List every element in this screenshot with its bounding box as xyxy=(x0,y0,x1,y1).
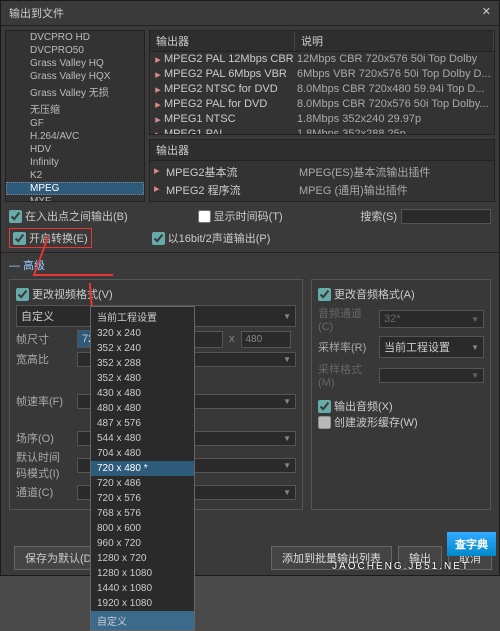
dropdown-item[interactable]: 320 x 240 xyxy=(91,326,194,341)
watermark-badge: 查字典 xyxy=(447,532,496,556)
preset-list[interactable]: ▸MPEG2 PAL 12Mbps CBR12Mbps CBR 720x576 … xyxy=(149,52,495,135)
dropdown-item[interactable]: 1280 x 1080 xyxy=(91,566,194,581)
watermark-text: JAOCHENG.JB51.NET xyxy=(332,561,470,572)
tree-item[interactable]: MXF xyxy=(6,195,144,202)
dropdown-item[interactable]: 720 x 480 * xyxy=(91,461,194,476)
dropdown-item[interactable]: 1280 x 720 xyxy=(91,551,194,566)
chk-waveform-cache: 创建波形缓存(W) xyxy=(318,414,484,430)
audio-ch-select: 32*▼ xyxy=(379,310,484,328)
chk-16bit[interactable]: 以16bit/2声道输出(P) xyxy=(152,230,271,246)
dropdown-item[interactable]: 1440 x 1080 xyxy=(91,581,194,596)
dropdown-item[interactable]: 960 x 720 xyxy=(91,536,194,551)
sub-row[interactable]: ▸MPEG2基本流MPEG(ES)基本流输出插件 xyxy=(152,163,492,181)
dropdown-item[interactable]: 430 x 480 xyxy=(91,386,194,401)
dropdown-item[interactable]: 自定义 xyxy=(91,611,194,630)
frame-size-dropdown[interactable]: 当前工程设置320 x 240352 x 240352 x 288352 x 4… xyxy=(90,306,195,631)
dropdown-item[interactable]: 352 x 288 xyxy=(91,356,194,371)
dialog-title: 输出到文件 xyxy=(9,5,64,21)
tree-item[interactable]: DVCPRO50 xyxy=(6,44,144,57)
col-encoder: 输出器 xyxy=(150,31,295,51)
chk-inout[interactable]: 在入出点之间输出(B) xyxy=(9,208,128,224)
tree-item[interactable]: Grass Valley HQX xyxy=(6,70,144,83)
sub-row[interactable]: ▸MPEG2 程序流MPEG (通用)输出插件 xyxy=(152,181,492,199)
dropdown-item[interactable]: 352 x 480 xyxy=(91,371,194,386)
dropdown-item[interactable]: 487 x 576 xyxy=(91,416,194,431)
tree-item[interactable]: DVCPRO HD xyxy=(6,31,144,44)
height-input[interactable]: 480 xyxy=(241,331,291,348)
close-icon[interactable]: ✕ xyxy=(482,5,491,21)
tree-item[interactable]: HDV xyxy=(6,143,144,156)
format-tree[interactable]: DVCPRO HDDVCPRO50Grass Valley HQGrass Va… xyxy=(5,30,145,202)
dropdown-item[interactable]: 当前工程设置 xyxy=(91,307,194,326)
list-row[interactable]: ▸MPEG2 PAL for DVD8.0Mbps CBR 720x576 50… xyxy=(150,97,494,112)
tree-item[interactable]: Grass Valley HQ xyxy=(6,57,144,70)
tree-item[interactable]: MPEG xyxy=(6,182,144,195)
list-row[interactable]: ▸MPEG2 NTSC for DVD8.0Mbps CBR 720x480 5… xyxy=(150,82,494,97)
tree-item[interactable]: 无压缩 xyxy=(6,100,144,117)
list-row[interactable]: ▸MPEG2 PAL 12Mbps CBR12Mbps CBR 720x576 … xyxy=(150,52,494,67)
dropdown-item[interactable]: 800 x 600 xyxy=(91,521,194,536)
dropdown-item[interactable]: 720 x 486 xyxy=(91,476,194,491)
dropdown-item[interactable]: 704 x 480 xyxy=(91,446,194,461)
dropdown-item[interactable]: 720 x 576 xyxy=(91,491,194,506)
audio-group: 更改音频格式(A) 音频通道(C)32*▼ 采样率(R)当前工程设置▼ 采样格式… xyxy=(311,279,491,510)
dropdown-item[interactable]: 544 x 480 xyxy=(91,431,194,446)
chk-enable-convert[interactable]: 开启转换(E) xyxy=(9,228,92,248)
col-desc: 说明 xyxy=(295,31,494,51)
titlebar: 输出到文件 ✕ xyxy=(1,1,499,26)
tree-item[interactable]: H.264/AVC xyxy=(6,130,144,143)
dropdown-item[interactable]: 480 x 480 xyxy=(91,401,194,416)
dropdown-item[interactable]: 352 x 240 xyxy=(91,341,194,356)
list-row[interactable]: ▸MPEG1 PAL1.8Mbps 352x288 25p xyxy=(150,127,494,135)
tree-item[interactable]: K2 xyxy=(6,169,144,182)
tree-item[interactable]: Grass Valley 无损 xyxy=(6,83,144,100)
tree-item[interactable]: GF xyxy=(6,117,144,130)
search-label: 搜索(S) xyxy=(360,208,397,224)
sub-list[interactable]: ▸MPEG2基本流MPEG(ES)基本流输出插件▸MPEG2 程序流MPEG (… xyxy=(149,161,495,202)
search-input[interactable] xyxy=(401,209,491,224)
dropdown-item[interactable]: 1920 x 1080 xyxy=(91,596,194,611)
chk-change-video[interactable]: 更改视频格式(V) xyxy=(16,286,296,302)
chk-change-audio[interactable]: 更改音频格式(A) xyxy=(318,286,484,302)
list-row[interactable]: ▸MPEG1 NTSC1.8Mbps 352x240 29.97p xyxy=(150,112,494,127)
chk-output-audio[interactable]: 输出音频(X) xyxy=(318,398,484,414)
sub-header: 输出器 xyxy=(149,139,495,161)
sample-rate-select[interactable]: 当前工程设置▼ xyxy=(379,336,484,358)
chk-timecode[interactable]: 显示时间码(T) xyxy=(198,208,283,224)
list-row[interactable]: ▸MPEG2 PAL 6Mbps VBR6Mbps VBR 720x576 50… xyxy=(150,67,494,82)
sample-fmt-select: ▼ xyxy=(379,368,484,383)
tree-item[interactable]: Infinity xyxy=(6,156,144,169)
advanced-label[interactable]: — 高级 xyxy=(1,255,499,275)
dropdown-item[interactable]: 768 x 576 xyxy=(91,506,194,521)
